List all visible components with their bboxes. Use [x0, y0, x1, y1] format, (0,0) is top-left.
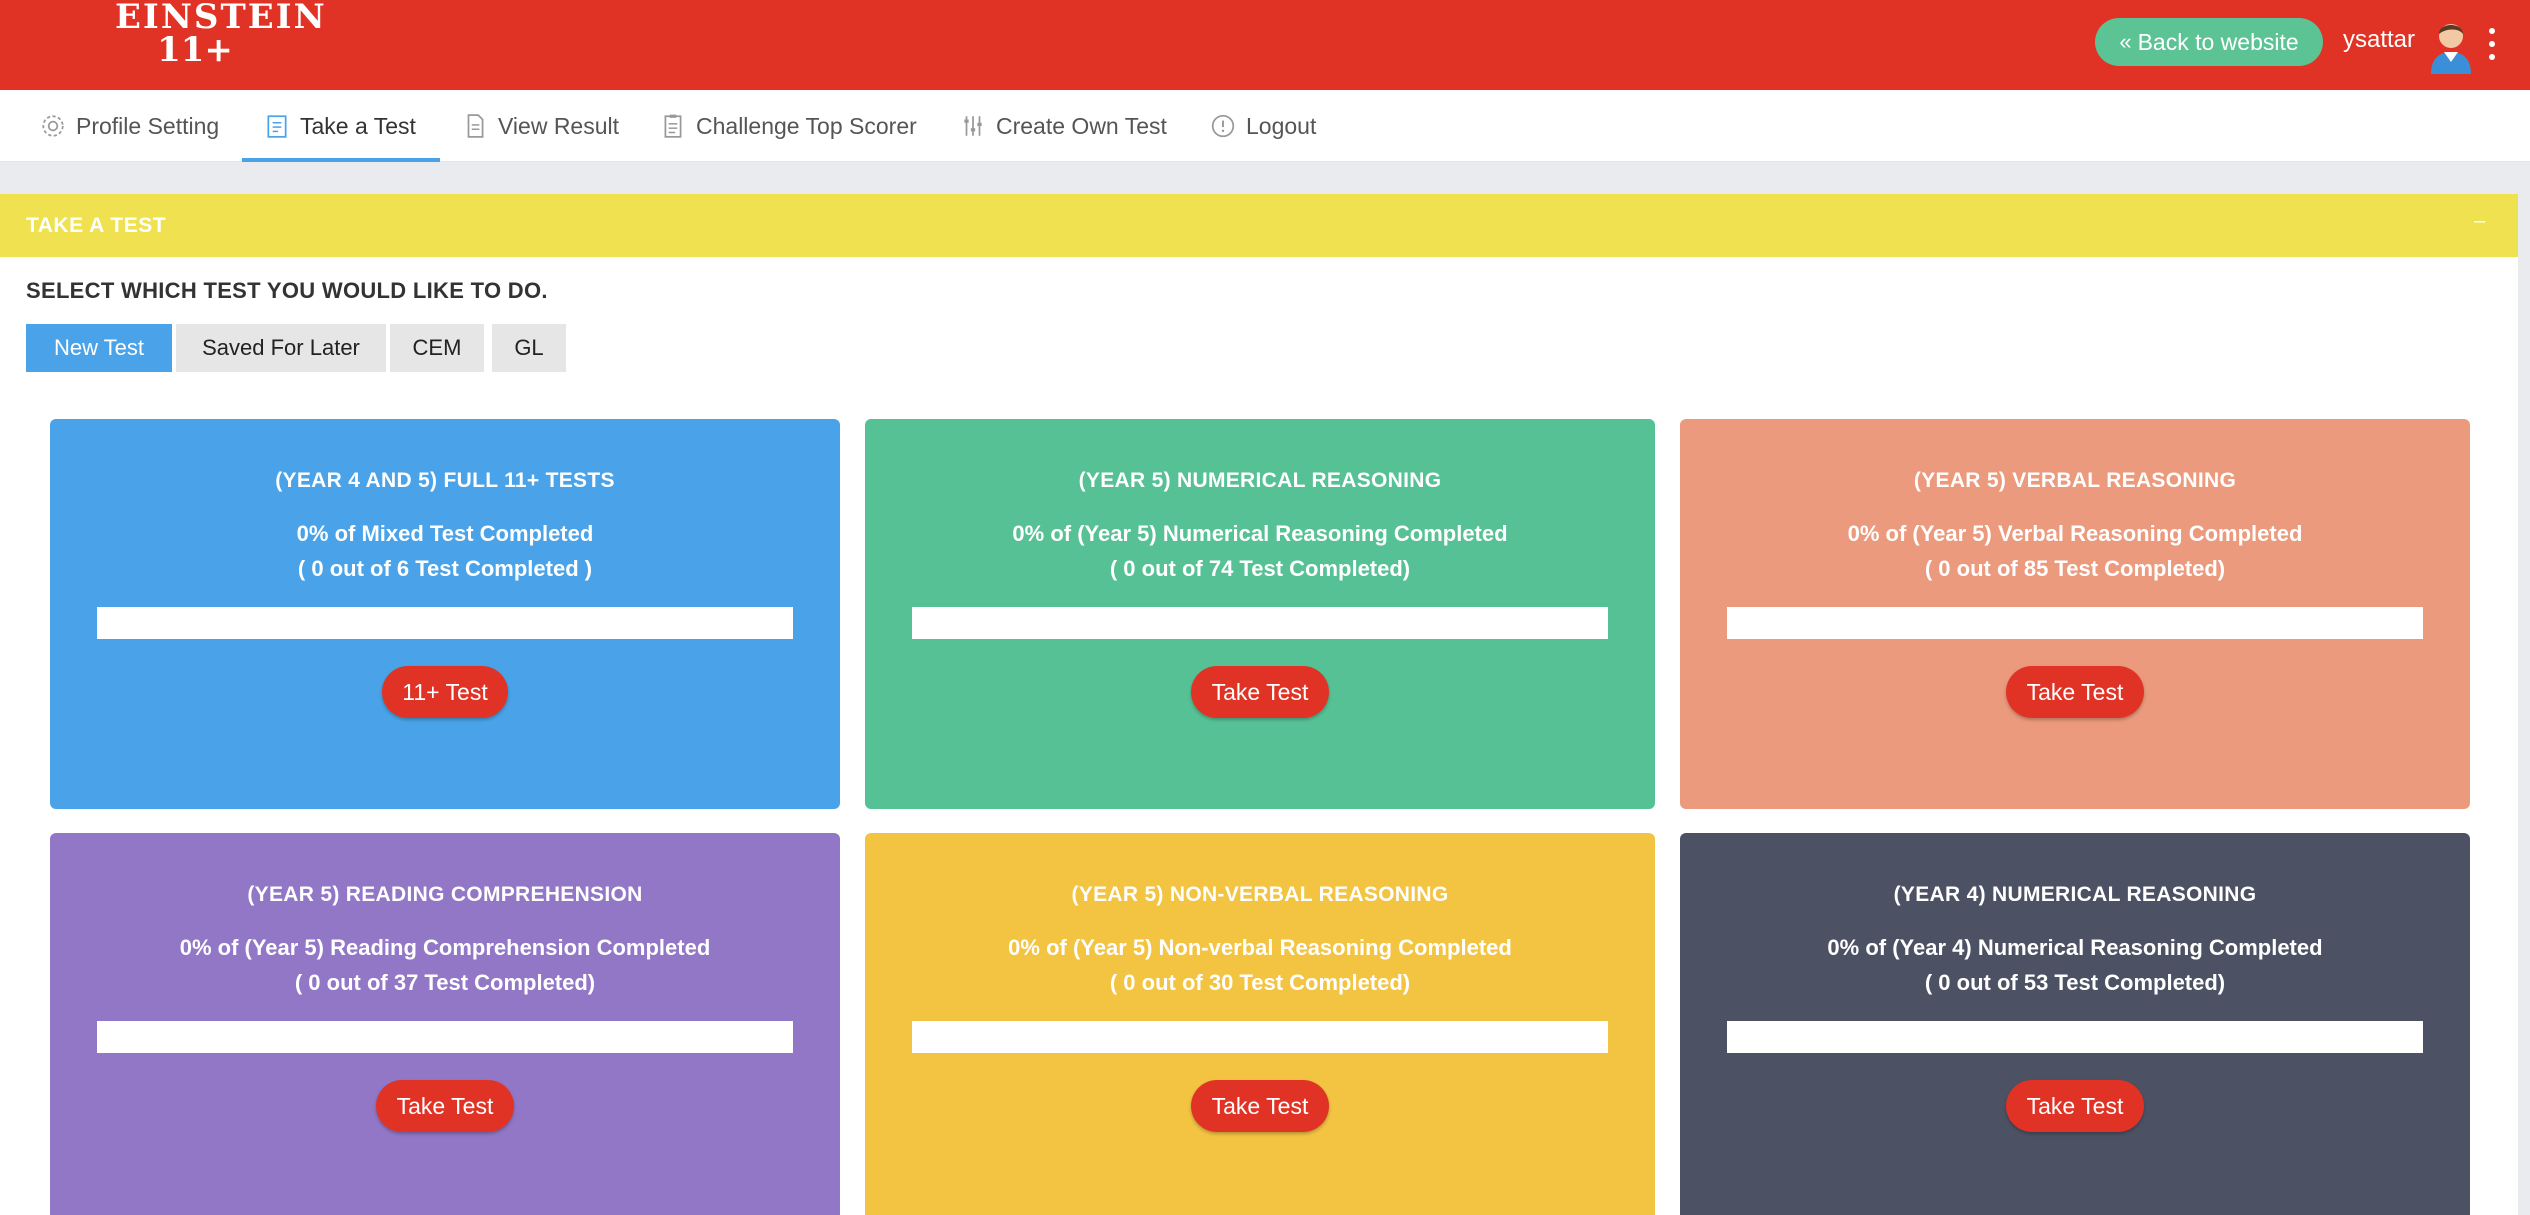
nav-profile-setting[interactable]: Profile Setting — [40, 90, 219, 162]
card-title: (YEAR 5) VERBAL REASONING — [1913, 469, 2237, 492]
progress-bar — [97, 607, 793, 639]
test-card: (YEAR 4) NUMERICAL REASONING 0% of (Year… — [1680, 833, 2470, 1215]
nav-take-a-test[interactable]: Take a Test — [264, 90, 416, 162]
nav-view-result[interactable]: View Result — [462, 90, 619, 162]
document-icon — [467, 114, 484, 138]
einstein-logo[interactable]: EINSTEIN 11+ — [115, 0, 327, 70]
progress-bar — [912, 1021, 1608, 1053]
nav-view-result-label: View Result — [498, 112, 620, 139]
nav-logout-label: Logout — [1246, 112, 1317, 139]
card-completion-percent: 0% of (Year 5) Non-verbal Reasoning Comp… — [1008, 935, 1512, 960]
test-card: (YEAR 5) VERBAL REASONING 0% of (Year 5)… — [1680, 419, 2470, 809]
card-completion-percent: 0% of (Year 5) Verbal Reasoning Complete… — [1847, 521, 2303, 546]
progress-bar — [1727, 607, 2423, 639]
select-test-prompt: SELECT WHICH TEST YOU WOULD LIKE TO DO. — [26, 278, 548, 303]
logo-line2: 11+ — [157, 30, 233, 70]
card-completion-percent: 0% of (Year 5) Numerical Reasoning Compl… — [1012, 521, 1508, 546]
progress-bar — [1727, 1021, 2423, 1053]
active-tab-indicator — [242, 158, 440, 162]
test-card: (YEAR 4 AND 5) FULL 11+ TESTS 0% of Mixe… — [50, 419, 840, 809]
tab-cem[interactable]: CEM — [390, 324, 484, 372]
progress-bar — [912, 607, 1608, 639]
panel-title: TAKE A TEST — [26, 214, 167, 237]
card-title: (YEAR 4) NUMERICAL REASONING — [1893, 883, 2257, 906]
take-a-test-panel: TAKE A TEST – SELECT WHICH TEST YOU WOUL… — [0, 194, 2518, 1215]
card-completion-count: ( 0 out of 37 Test Completed) — [294, 970, 596, 995]
take-test-button[interactable]: Take Test — [1191, 666, 1329, 718]
clipboard-list-icon — [664, 114, 682, 138]
card-completion-percent: 0% of Mixed Test Completed — [296, 521, 594, 546]
panel-header: TAKE A TEST – — [0, 194, 2518, 257]
card-completion-count: ( 0 out of 30 Test Completed) — [1109, 970, 1411, 995]
take-test-button[interactable]: Take Test — [376, 1080, 514, 1132]
eleven-plus-test-button[interactable]: 11+ Test — [382, 666, 508, 718]
tab-gl[interactable]: GL — [492, 324, 566, 372]
info-circle-icon — [1211, 114, 1235, 138]
card-title: (YEAR 5) NUMERICAL REASONING — [1078, 469, 1442, 492]
nav-create-own-test-label: Create Own Test — [996, 112, 1167, 139]
double-chevron-left-icon: « — [2119, 29, 2132, 54]
more-options-icon[interactable] — [2484, 24, 2500, 64]
nav-challenge-top-scorer[interactable]: Challenge Top Scorer — [660, 90, 917, 162]
test-card: (YEAR 5) READING COMPREHENSION 0% of (Ye… — [50, 833, 840, 1215]
card-completion-count: ( 0 out of 6 Test Completed ) — [297, 556, 593, 581]
take-test-button[interactable]: Take Test — [1191, 1080, 1329, 1132]
card-completion-percent: 0% of (Year 4) Numerical Reasoning Compl… — [1827, 935, 2323, 960]
collapse-icon[interactable]: – — [2474, 210, 2485, 233]
tab-new-test[interactable]: New Test — [26, 324, 172, 372]
card-completion-count: ( 0 out of 53 Test Completed) — [1924, 970, 2226, 995]
nav-take-a-test-label: Take a Test — [300, 112, 416, 139]
take-test-button[interactable]: Take Test — [2006, 666, 2144, 718]
back-to-website-label: Back to website — [2137, 28, 2299, 55]
nav-challenge-top-scorer-label: Challenge Top Scorer — [696, 112, 917, 139]
tab-saved-for-later[interactable]: Saved For Later — [176, 324, 386, 372]
progress-bar — [97, 1021, 793, 1053]
nav-create-own-test[interactable]: Create Own Test — [960, 90, 1167, 162]
logo-line1: EINSTEIN — [115, 0, 327, 37]
card-title: (YEAR 5) NON-VERBAL REASONING — [1071, 883, 1449, 906]
sliders-icon — [964, 116, 982, 136]
card-title: (YEAR 4 AND 5) FULL 11+ TESTS — [275, 469, 615, 492]
card-completion-count: ( 0 out of 85 Test Completed) — [1924, 556, 2226, 581]
take-test-button[interactable]: Take Test — [2006, 1080, 2144, 1132]
main-nav: Profile Setting Take a Test View Result … — [0, 90, 2530, 162]
card-title: (YEAR 5) READING COMPREHENSION — [247, 883, 643, 906]
nav-logout[interactable]: Logout — [1210, 90, 1316, 162]
nav-profile-setting-label: Profile Setting — [76, 112, 220, 139]
card-completion-count: ( 0 out of 74 Test Completed) — [1109, 556, 1411, 581]
gear-icon — [42, 115, 64, 137]
top-header: EINSTEIN 11+ « Back to website ysattar — [0, 0, 2530, 90]
back-to-website-button[interactable]: « Back to website — [2095, 18, 2323, 66]
test-card: (YEAR 5) NON-VERBAL REASONING 0% of (Yea… — [865, 833, 1655, 1215]
username[interactable]: ysattar — [2343, 26, 2415, 54]
user-avatar-icon[interactable] — [2426, 14, 2476, 74]
card-completion-percent: 0% of (Year 5) Reading Comprehension Com… — [179, 935, 711, 960]
test-card: (YEAR 5) NUMERICAL REASONING 0% of (Year… — [865, 419, 1655, 809]
clipboard-icon — [267, 115, 287, 138]
